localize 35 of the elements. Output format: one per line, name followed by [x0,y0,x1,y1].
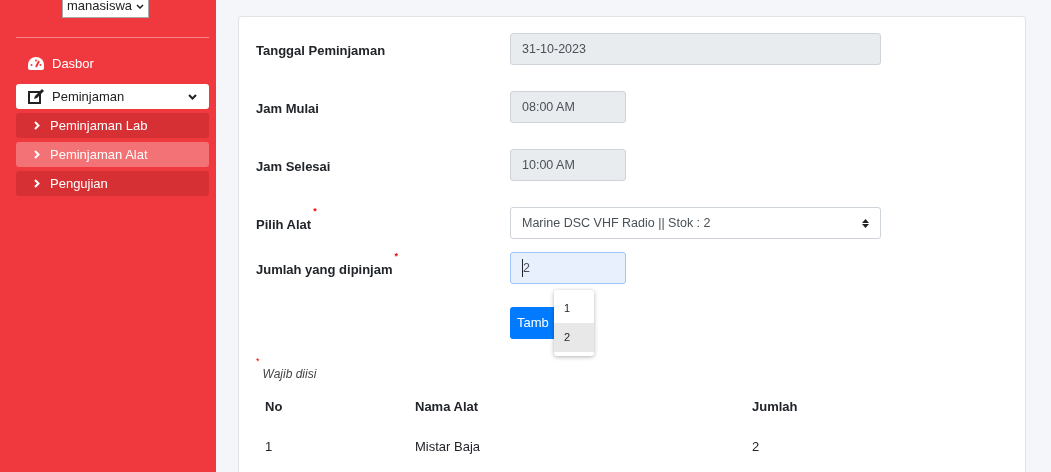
column-header: No [256,387,406,427]
menu-group[interactable]: Peminjaman [16,84,209,109]
table-cell: Mistar Baja [406,427,743,467]
field-label: Jumlah yang dipinjam [256,262,393,277]
column-header: Nama Alat [406,387,743,427]
sort-caret-icon [862,218,869,228]
input-field[interactable]: 08:00 AM [510,91,626,123]
select-field[interactable]: Marine DSC VHF Radio || Stok : 2 [510,207,881,239]
gauge-icon [28,57,44,70]
chevron-right-icon [34,150,40,159]
input-field[interactable]: 31-10-2023 [510,33,881,65]
required-mark: * [313,205,317,216]
menu-item[interactable]: Dasbor [16,51,209,76]
table-cell: 1 [256,427,406,467]
role-select[interactable]: manasiswa [62,0,150,18]
required-mark: * [256,355,260,366]
field-label: Jam Mulai [256,101,319,116]
field-label: Pilih Alat [256,217,312,232]
chevron-right-icon [34,179,40,188]
required-mark: * [394,250,399,261]
submenu-item[interactable]: Peminjaman Lab [16,113,209,138]
column-header: Jumlah [743,387,1008,427]
chevron-right-icon [34,121,40,130]
field-label: Tanggal Peminjaman [256,43,386,58]
submenu-item[interactable]: Pengujian [16,171,209,196]
add-button[interactable]: Tamb [510,307,554,339]
table-cell: 2 [743,427,1008,467]
required-note: Wajib diisi [262,367,317,381]
suggestion-item[interactable]: 1 [554,294,594,323]
suggestion-item[interactable]: 2 [554,323,594,352]
edit-icon [28,89,44,104]
caret-icon [136,3,145,9]
input-field[interactable]: 10:00 AM [510,149,626,181]
field-label: Jam Selesai [256,159,331,174]
input-field[interactable]: 2 [510,252,626,284]
